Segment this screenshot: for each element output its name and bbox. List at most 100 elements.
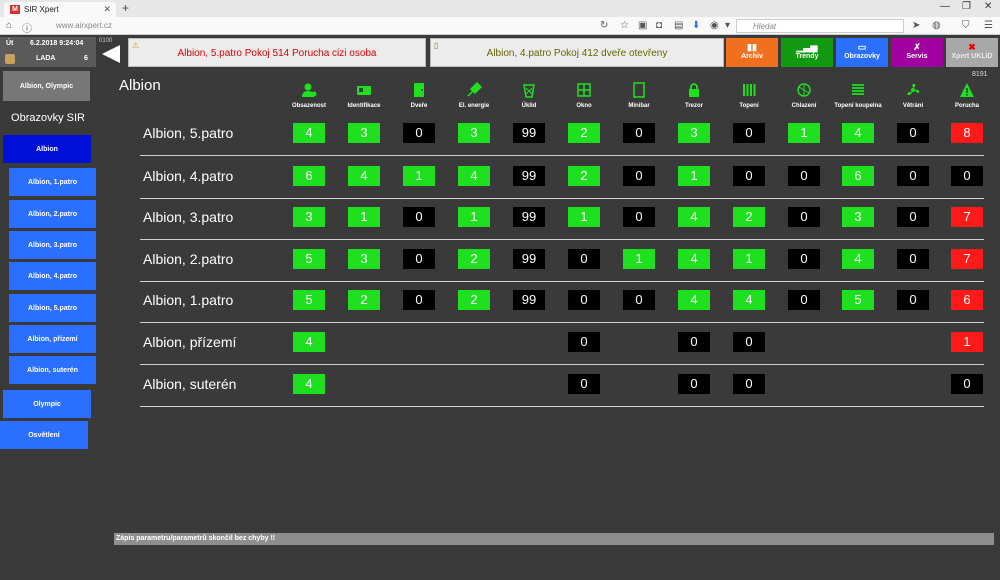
status-cell-radiator[interactable]: 4 xyxy=(733,290,765,310)
status-cell-radiator[interactable]: 0 xyxy=(733,332,765,352)
reload-icon[interactable]: ↻ xyxy=(600,20,608,31)
status-cell-door[interactable]: 0 xyxy=(403,290,435,310)
status-cell-radiator[interactable]: 0 xyxy=(733,123,765,143)
status-cell-snowflake[interactable]: 0 xyxy=(788,166,820,186)
status-cell-bath-radiator[interactable]: 6 xyxy=(842,166,874,186)
status-cell-door[interactable]: 0 xyxy=(403,249,435,269)
status-cell-minibar[interactable]: 1 xyxy=(623,249,655,269)
status-cell-warning[interactable]: 0 xyxy=(951,374,983,394)
sidebar-item-albion-4-patro[interactable]: Albion, 4.patro xyxy=(9,262,96,290)
row-label[interactable]: Albion, 5.patro xyxy=(143,125,233,141)
status-cell-id-card[interactable]: 4 xyxy=(348,166,380,186)
status-cell-radiator[interactable]: 2 xyxy=(733,207,765,227)
status-cell-minibar[interactable]: 0 xyxy=(623,290,655,310)
status-cell-bin[interactable]: 99 xyxy=(513,123,545,143)
row-label[interactable]: Albion, suterén xyxy=(143,376,236,392)
status-cell-door[interactable]: 0 xyxy=(403,207,435,227)
info-icon[interactable]: ⓘ xyxy=(22,20,32,35)
dropdown-icon[interactable]: ▾ xyxy=(725,20,730,31)
status-cell-person[interactable]: 4 xyxy=(293,374,325,394)
status-cell-window[interactable]: 0 xyxy=(568,332,600,352)
send-icon[interactable]: ➤ xyxy=(912,20,920,31)
status-cell-plug[interactable]: 2 xyxy=(458,249,490,269)
url-bar[interactable]: www.airxpert.cz xyxy=(40,19,595,33)
status-cell-minibar[interactable]: 0 xyxy=(623,207,655,227)
status-cell-lock[interactable]: 0 xyxy=(678,374,710,394)
library-icon[interactable]: ▣ xyxy=(638,20,647,31)
status-cell-bin[interactable]: 99 xyxy=(513,290,545,310)
status-cell-id-card[interactable]: 3 xyxy=(348,249,380,269)
alarm-message-1[interactable]: ⚠ Albion, 5.patro Pokoj 514 Porucha cizi… xyxy=(128,38,426,67)
service-button[interactable]: ✗ Servis xyxy=(891,38,943,67)
status-cell-person[interactable]: 3 xyxy=(293,207,325,227)
status-cell-radiator[interactable]: 0 xyxy=(733,374,765,394)
status-cell-warning[interactable]: 7 xyxy=(951,249,983,269)
status-cell-person[interactable]: 5 xyxy=(293,249,325,269)
new-tab-icon[interactable]: + xyxy=(122,1,129,15)
status-cell-window[interactable]: 0 xyxy=(568,290,600,310)
shield-icon[interactable]: ⛉ xyxy=(962,20,970,31)
sidebar-item-albion-1-patro[interactable]: Albion, 1.patro xyxy=(9,168,96,196)
status-cell-warning[interactable]: 1 xyxy=(951,332,983,352)
search-input[interactable]: Hledat xyxy=(736,19,904,33)
bookmark-star-icon[interactable]: ☆ xyxy=(620,20,629,31)
status-cell-minibar[interactable]: 0 xyxy=(623,166,655,186)
status-cell-bath-radiator[interactable]: 4 xyxy=(842,249,874,269)
status-cell-snowflake[interactable]: 1 xyxy=(788,123,820,143)
browser-tab[interactable]: M SIR Xpert ✕ xyxy=(4,2,116,17)
status-cell-bin[interactable]: 99 xyxy=(513,249,545,269)
status-cell-snowflake[interactable]: 0 xyxy=(788,207,820,227)
alarm-message-2[interactable]: ▯ Albion, 4.patro Pokoj 412 dveře otevře… xyxy=(430,38,724,67)
status-cell-warning[interactable]: 6 xyxy=(951,290,983,310)
status-cell-snowflake[interactable]: 0 xyxy=(788,290,820,310)
status-cell-fan[interactable]: 0 xyxy=(897,290,929,310)
status-cell-radiator[interactable]: 1 xyxy=(733,249,765,269)
status-cell-bin[interactable]: 99 xyxy=(513,166,545,186)
xpert-cleaning-button[interactable]: ✖ Xpert UKLID xyxy=(946,38,998,67)
sidebar-item-albion[interactable]: Albion xyxy=(3,135,91,163)
status-cell-snowflake[interactable]: 0 xyxy=(788,249,820,269)
sidebar-item-albion-2-patro[interactable]: Albion, 2.patro xyxy=(9,200,96,228)
status-cell-bath-radiator[interactable]: 3 xyxy=(842,207,874,227)
globe-icon[interactable]: ◉ xyxy=(710,20,719,31)
minimize-icon[interactable]: — xyxy=(940,1,950,12)
status-cell-fan[interactable]: 0 xyxy=(897,207,929,227)
status-cell-id-card[interactable]: 1 xyxy=(348,207,380,227)
status-cell-lock[interactable]: 1 xyxy=(678,166,710,186)
document-icon[interactable]: ▤ xyxy=(674,20,683,31)
back-button[interactable] xyxy=(100,44,122,64)
row-label[interactable]: Albion, 4.patro xyxy=(143,168,233,184)
row-label[interactable]: Albion, přízemí xyxy=(143,334,236,350)
extension-icon[interactable]: ◍ xyxy=(932,20,941,31)
status-cell-window[interactable]: 2 xyxy=(568,166,600,186)
download-icon[interactable]: ⬇ xyxy=(692,20,700,31)
status-cell-window[interactable]: 2 xyxy=(568,123,600,143)
close-window-icon[interactable]: ✕ xyxy=(984,1,992,12)
status-cell-warning[interactable]: 8 xyxy=(951,123,983,143)
status-cell-id-card[interactable]: 2 xyxy=(348,290,380,310)
status-cell-lock[interactable]: 3 xyxy=(678,123,710,143)
trends-button[interactable]: ▁▃▅ Trendy xyxy=(781,38,833,67)
status-cell-person[interactable]: 6 xyxy=(293,166,325,186)
pocket-icon[interactable]: ◘ xyxy=(656,20,662,31)
status-cell-lock[interactable]: 4 xyxy=(678,290,710,310)
status-cell-person[interactable]: 4 xyxy=(293,123,325,143)
status-cell-id-card[interactable]: 3 xyxy=(348,123,380,143)
status-cell-fan[interactable]: 0 xyxy=(897,166,929,186)
status-cell-warning[interactable]: 7 xyxy=(951,207,983,227)
status-cell-lock[interactable]: 0 xyxy=(678,332,710,352)
status-cell-door[interactable]: 0 xyxy=(403,123,435,143)
status-cell-door[interactable]: 1 xyxy=(403,166,435,186)
status-cell-lock[interactable]: 4 xyxy=(678,249,710,269)
status-cell-plug[interactable]: 1 xyxy=(458,207,490,227)
status-cell-minibar[interactable]: 0 xyxy=(623,123,655,143)
status-cell-bath-radiator[interactable]: 4 xyxy=(842,123,874,143)
screens-button[interactable]: ▭ Obrazovky xyxy=(836,38,888,67)
home-icon[interactable]: ⌂ xyxy=(6,20,12,31)
status-cell-bath-radiator[interactable]: 5 xyxy=(842,290,874,310)
status-cell-fan[interactable]: 0 xyxy=(897,249,929,269)
status-cell-bin[interactable]: 99 xyxy=(513,207,545,227)
archive-button[interactable]: ▮▮ Archiv xyxy=(726,38,778,67)
row-label[interactable]: Albion, 2.patro xyxy=(143,251,233,267)
sidebar-item-albion-suteren[interactable]: Albion, suterén xyxy=(9,356,96,384)
